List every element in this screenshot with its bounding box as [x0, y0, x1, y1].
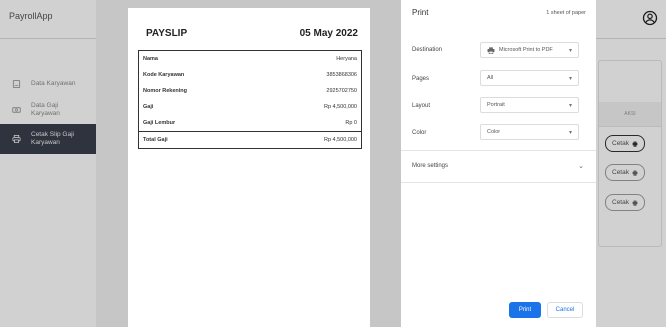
- chevron-down-icon: ▾: [568, 130, 572, 136]
- payslip-row-key: Nomor Rekening: [143, 88, 188, 94]
- pages-label: Pages: [412, 76, 430, 82]
- payslip-row-key: Kode Karyawan: [143, 72, 185, 78]
- print-dialog-title: Print: [412, 8, 429, 17]
- payslip-row: Gaji Rp 4,500,000: [139, 99, 361, 115]
- chevron-down-icon: ▾: [568, 76, 572, 82]
- pages-select[interactable]: All ▾: [480, 70, 579, 86]
- payslip-preview-page: PAYSLIP 05 May 2022 Nama Heryana Kode Kar…: [128, 8, 370, 327]
- destination-value: Microsoft Print to PDF: [499, 47, 553, 53]
- chevron-down-icon: ▾: [568, 48, 572, 54]
- payslip-row-value: Heryana: [336, 56, 357, 62]
- payslip-row: Gaji Lembur Rp 0: [139, 115, 361, 131]
- printer-icon: [487, 46, 495, 54]
- payslip-row: Kode Karyawan 3853868306: [139, 67, 361, 83]
- payslip-row-value: Rp 0: [345, 120, 357, 126]
- chevron-down-icon[interactable]: ⌄: [578, 162, 584, 170]
- payslip-row-key: Gaji: [143, 104, 154, 110]
- layout-select[interactable]: Portrait ▾: [480, 97, 579, 113]
- payslip-table: Nama Heryana Kode Karyawan 3853868306 Nomo…: [138, 50, 362, 149]
- sheet-count: 1 sheet of paper: [546, 10, 586, 16]
- more-settings-toggle[interactable]: More settings: [412, 163, 448, 169]
- destination-select[interactable]: Microsoft Print to PDF ▾: [480, 42, 579, 58]
- color-select[interactable]: Color ▾: [480, 124, 579, 140]
- cancel-button[interactable]: Cancel: [547, 302, 583, 318]
- divider: [401, 150, 596, 151]
- payslip-title: PAYSLIP: [146, 28, 188, 39]
- payslip-row-key: Nama: [143, 56, 158, 62]
- destination-label: Destination: [412, 47, 443, 53]
- payslip-row-value: 2925702750: [326, 88, 357, 94]
- layout-label: Layout: [412, 103, 431, 109]
- payslip-row: Nomor Rekening 2925702750: [139, 83, 361, 99]
- payslip-total-value: Rp 4,500,000: [323, 137, 357, 143]
- color-label: Color: [412, 130, 427, 136]
- divider: [401, 182, 596, 183]
- pages-value: All: [487, 75, 494, 81]
- print-button[interactable]: Print: [509, 302, 541, 318]
- payslip-row-key: Gaji Lembur: [143, 120, 176, 126]
- color-value: Color: [487, 129, 501, 135]
- print-dialog: Print 1 sheet of paper Destination Micro…: [401, 0, 596, 327]
- payslip-row-value: Rp 4,500,000: [323, 104, 357, 110]
- layout-value: Portrait: [487, 102, 505, 108]
- payslip-row-value: 3853868306: [326, 72, 357, 78]
- payslip-total-key: Total Gaji: [143, 137, 168, 143]
- payslip-total-row: Total Gaji Rp 4,500,000: [139, 131, 361, 148]
- payslip-row: Nama Heryana: [139, 51, 361, 67]
- chevron-down-icon: ▾: [568, 103, 572, 109]
- payslip-date: 05 May 2022: [299, 28, 358, 39]
